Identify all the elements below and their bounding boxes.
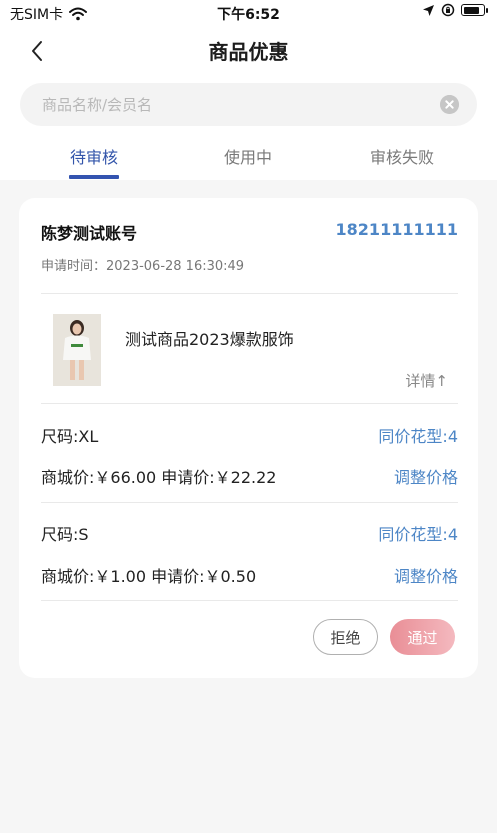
search-bar bbox=[20, 83, 477, 126]
member-phone[interactable]: 18211111111 bbox=[336, 220, 458, 239]
sku-size: 尺码:S bbox=[41, 525, 89, 544]
battery-icon bbox=[461, 4, 488, 16]
same-price-pattern-link[interactable]: 同价花型:4 bbox=[378, 521, 458, 545]
detail-toggle[interactable]: 详情↑ bbox=[405, 370, 448, 391]
sku-price: 商城价:￥1.00 申请价:￥0.50 bbox=[41, 567, 257, 586]
tab-review-failed-label: 审核失败 bbox=[369, 148, 434, 167]
adjust-price-button[interactable]: 调整价格 bbox=[394, 464, 458, 488]
divider bbox=[41, 293, 458, 294]
location-arrow-icon bbox=[423, 4, 434, 16]
divider bbox=[41, 600, 458, 601]
product-image bbox=[53, 314, 101, 386]
status-bar: 无SIM卡 下午6:52 bbox=[0, 0, 497, 28]
tab-pending-label: 待审核 bbox=[69, 148, 118, 167]
product-name: 测试商品2023爆款服饰 bbox=[125, 330, 294, 349]
tab-in-use[interactable]: 使用中 bbox=[188, 144, 308, 168]
apply-time: 申请时间：2023-06-28 16:30:49 bbox=[41, 259, 245, 274]
divider bbox=[41, 502, 458, 503]
divider bbox=[41, 403, 458, 404]
tab-pending[interactable]: 待审核 bbox=[34, 144, 154, 179]
tab-in-use-label: 使用中 bbox=[223, 148, 272, 167]
page-title: 商品优惠 bbox=[208, 40, 289, 64]
discount-request-card: 陈梦测试账号 18211111111 申请时间：2023-06-28 16:30… bbox=[19, 198, 478, 678]
adjust-price-button[interactable]: 调整价格 bbox=[394, 563, 458, 587]
same-price-pattern-link[interactable]: 同价花型:4 bbox=[378, 423, 458, 447]
sku-price: 商城价:￥66.00 申请价:￥22.22 bbox=[41, 468, 277, 487]
member-name: 陈梦测试账号 bbox=[41, 224, 138, 243]
tab-review-failed[interactable]: 审核失败 bbox=[342, 144, 462, 168]
reject-button[interactable]: 拒绝 bbox=[313, 619, 378, 655]
approve-button[interactable]: 通过 bbox=[390, 619, 455, 655]
active-tab-indicator bbox=[69, 175, 119, 179]
search-input[interactable] bbox=[42, 83, 442, 126]
product-thumbnail bbox=[53, 314, 101, 386]
tab-bar: 待审核 使用中 审核失败 bbox=[0, 144, 497, 180]
orientation-lock-icon bbox=[441, 3, 455, 17]
clear-icon[interactable] bbox=[440, 95, 459, 114]
sku-size: 尺码:XL bbox=[41, 427, 99, 446]
